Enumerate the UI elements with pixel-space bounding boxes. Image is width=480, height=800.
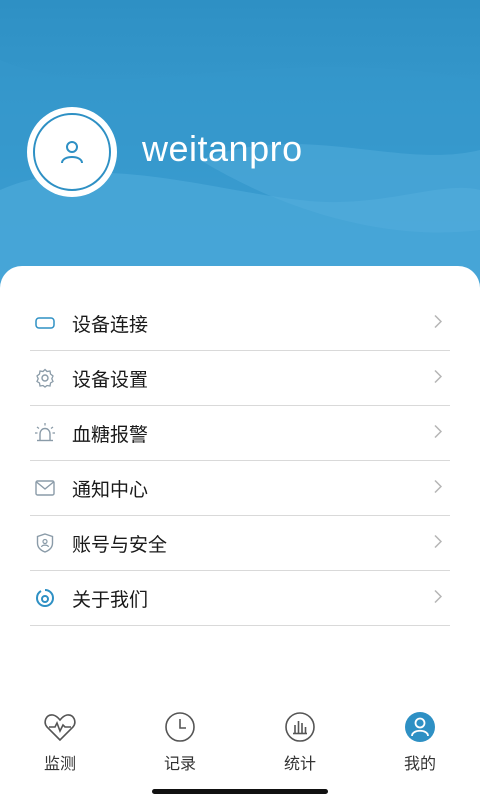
- settings-menu: 设备连接 设备设置 血糖报警 通知中心 账号与安全 关于我们: [30, 296, 450, 626]
- clock-icon: [163, 710, 197, 744]
- user-icon: [61, 141, 83, 164]
- gear-icon: [32, 365, 58, 391]
- menu-item-account-security[interactable]: 账号与安全: [30, 516, 450, 571]
- chevron-right-icon: [434, 589, 443, 608]
- alarm-icon: [32, 420, 58, 446]
- tab-statistics[interactable]: 统计: [240, 710, 360, 800]
- menu-item-label: 关于我们: [72, 588, 149, 611]
- chevron-right-icon: [434, 424, 443, 443]
- tab-label: 监测: [43, 754, 76, 773]
- user-icon: [403, 710, 437, 744]
- tab-label: 记录: [163, 754, 196, 773]
- menu-item-label: 通知中心: [72, 478, 149, 501]
- mail-icon: [32, 475, 58, 501]
- username: weitanpro: [142, 128, 303, 169]
- logo-icon: [32, 585, 58, 611]
- bottom-tab-bar: 监测 记录 统计 我的: [0, 710, 480, 800]
- menu-item-device-settings[interactable]: 设备设置: [30, 351, 450, 406]
- chevron-right-icon: [434, 534, 443, 553]
- menu-item-label: 血糖报警: [72, 423, 149, 446]
- bar-chart-icon: [283, 710, 317, 744]
- avatar-ring: [33, 113, 111, 191]
- tab-records[interactable]: 记录: [120, 710, 240, 800]
- tab-label: 统计: [283, 754, 316, 773]
- tab-label: 我的: [403, 754, 436, 773]
- chevron-right-icon: [434, 314, 443, 333]
- shield-icon: [32, 530, 58, 556]
- home-indicator: [152, 789, 328, 794]
- menu-item-device-connect[interactable]: 设备连接: [30, 296, 450, 351]
- tab-mine[interactable]: 我的: [360, 710, 480, 800]
- tab-monitor[interactable]: 监测: [0, 710, 120, 800]
- menu-item-label: 设备设置: [72, 368, 149, 391]
- menu-item-about-us[interactable]: 关于我们: [30, 571, 450, 626]
- menu-item-label: 设备连接: [72, 313, 149, 336]
- menu-item-glucose-alarm[interactable]: 血糖报警: [30, 406, 450, 461]
- menu-item-notification-center[interactable]: 通知中心: [30, 461, 450, 516]
- profile-header: weitanpro: [0, 0, 480, 300]
- heart-monitor-icon: [43, 710, 77, 744]
- device-icon: [32, 310, 58, 336]
- menu-item-label: 账号与安全: [72, 533, 168, 556]
- chevron-right-icon: [434, 479, 443, 498]
- chevron-right-icon: [434, 369, 443, 388]
- avatar[interactable]: [30, 110, 114, 194]
